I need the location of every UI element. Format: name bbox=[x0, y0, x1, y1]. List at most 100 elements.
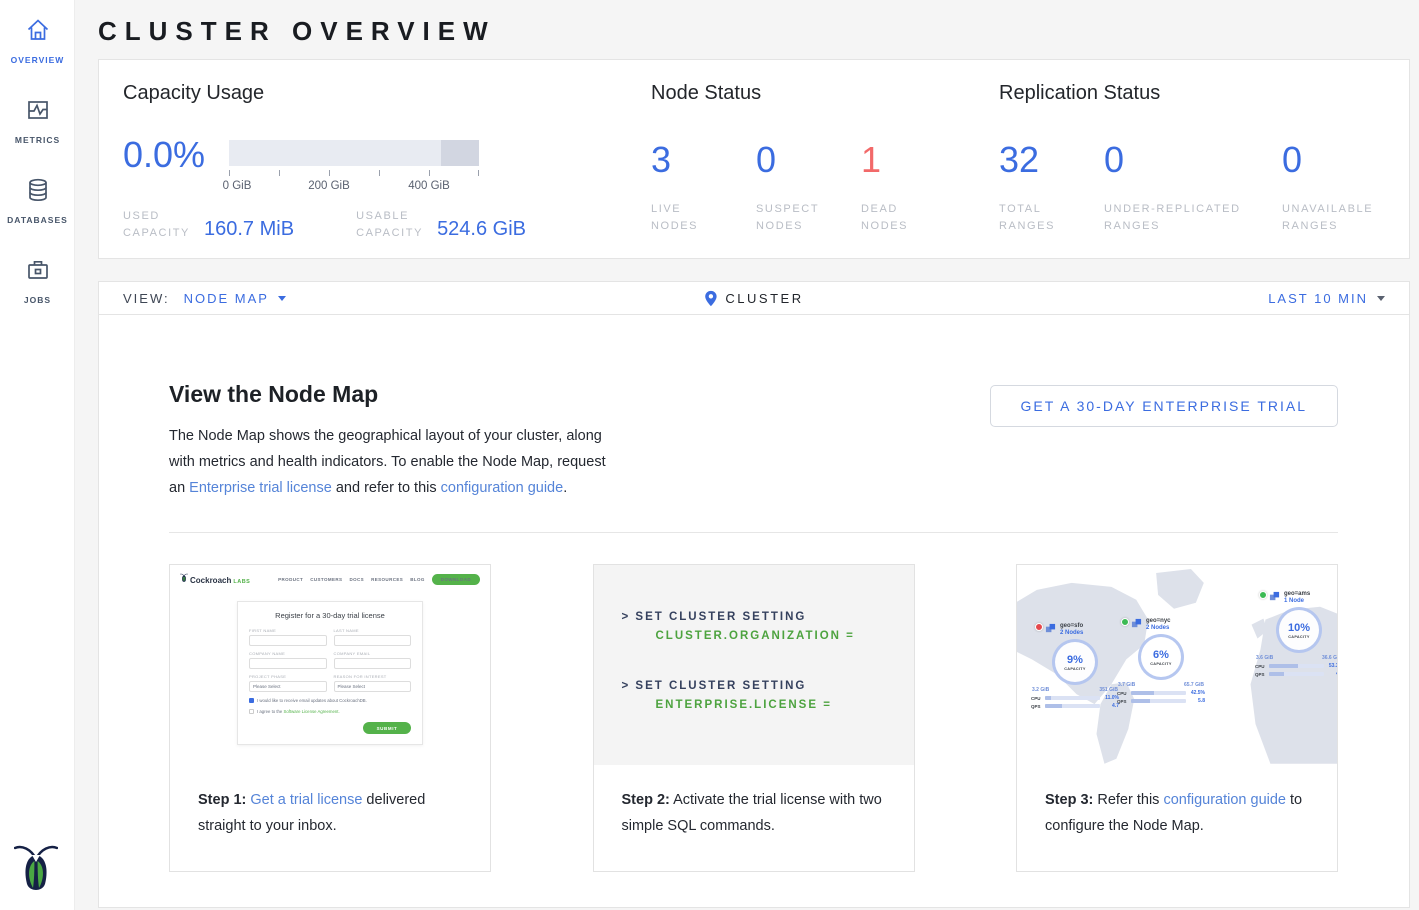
text-input[interactable] bbox=[249, 658, 327, 669]
total-ranges-stat: 32 TOTAL RANGES bbox=[999, 139, 1104, 235]
sql-command: > SET CLUSTER SETTING CLUSTER.ORGANIZATI… bbox=[622, 611, 914, 642]
view-label: VIEW: bbox=[123, 291, 170, 306]
used-capacity-value: 160.7 MiB bbox=[204, 218, 294, 242]
axis-tick bbox=[478, 170, 479, 176]
qps-metric: QPS 5.8 bbox=[1117, 698, 1205, 704]
usable-capacity-label: USABLE CAPACITY bbox=[356, 208, 423, 242]
form-field: COMPANY EMAIL bbox=[334, 651, 412, 669]
select-input[interactable]: Please Select bbox=[249, 681, 327, 692]
text-input[interactable] bbox=[334, 635, 412, 646]
node-cubes-icon bbox=[1131, 618, 1142, 629]
node-cubes-icon bbox=[1045, 623, 1056, 634]
locality-ams[interactable]: geo=ams 1 Node 10% CAPACITY 3.6 GiB 36.6… bbox=[1255, 591, 1337, 677]
get-trial-license-link[interactable]: Get a trial license bbox=[250, 792, 362, 808]
step3-card: geo=sfo 2 Nodes 9% CAPACITY 3.2 GiB 351 … bbox=[1016, 564, 1338, 872]
capacity-axis-labels: 0 GiB 200 GiB 400 GiB bbox=[229, 178, 479, 192]
checkbox-checked[interactable] bbox=[249, 698, 254, 703]
node-status-title: Node Status bbox=[651, 82, 966, 105]
capacity-range: 3.7 GiB 65.7 GiB bbox=[1117, 682, 1205, 688]
sql-keyword: SET CLUSTER SETTING bbox=[635, 680, 806, 692]
cpu-metric: CPU 11.0% bbox=[1031, 695, 1119, 701]
caption-text: Refer this bbox=[1093, 792, 1163, 808]
sidebar-item-label: OVERVIEW bbox=[11, 55, 65, 65]
field-label: LAST NAME bbox=[334, 628, 412, 633]
databases-icon bbox=[24, 176, 52, 209]
locality-name: geo=ams bbox=[1284, 591, 1310, 597]
nav-item[interactable]: PRODUCT bbox=[278, 577, 303, 582]
prompt-symbol: > bbox=[622, 611, 631, 623]
time-range-dropdown[interactable]: LAST 10 MIN bbox=[1268, 291, 1385, 306]
form-field: LAST NAME bbox=[334, 628, 412, 646]
nav-item[interactable]: RESOURCES bbox=[371, 577, 403, 582]
trial-registration-screenshot: Cockroach LABS PRODUCT CUSTOMERS DOCS RE… bbox=[170, 565, 490, 765]
axis-tick bbox=[429, 170, 430, 176]
enterprise-trial-license-link[interactable]: Enterprise trial license bbox=[189, 480, 332, 496]
home-icon bbox=[24, 16, 52, 49]
sidebar-item-metrics[interactable]: METRICS bbox=[0, 80, 75, 160]
view-bar: VIEW: NODE MAP CLUSTER LAST 10 MIN bbox=[98, 281, 1410, 315]
select-input[interactable]: Please Select bbox=[334, 681, 412, 692]
description-text: and refer to this bbox=[332, 480, 441, 496]
step1-label: Step 1: bbox=[198, 792, 246, 808]
status-dot-live bbox=[1121, 618, 1129, 626]
locality-nyc[interactable]: geo=nyc 2 Nodes 6% CAPACITY 3.7 GiB 65.7… bbox=[1117, 618, 1205, 704]
node-cubes-icon bbox=[1269, 591, 1280, 602]
dead-nodes-stat: 1 DEAD NODES bbox=[861, 139, 966, 235]
chevron-down-icon bbox=[1377, 296, 1385, 301]
capacity-bar bbox=[229, 140, 479, 166]
configuration-guide-link[interactable]: configuration guide bbox=[1163, 792, 1286, 808]
axis-label: 200 GiB bbox=[308, 180, 350, 192]
checkbox-label: I agree to the Software License Agreemen… bbox=[257, 709, 340, 714]
total-ranges-label: TOTAL RANGES bbox=[999, 201, 1104, 235]
mini-site-header: Cockroach LABS PRODUCT CUSTOMERS DOCS RE… bbox=[180, 573, 480, 585]
view-selector-dropdown[interactable]: VIEW: NODE MAP bbox=[123, 291, 286, 306]
locality-node-count: 2 Nodes bbox=[1060, 630, 1083, 636]
qps-metric: QPS 4.7 bbox=[1031, 703, 1119, 709]
step3-label: Step 3: bbox=[1045, 792, 1093, 808]
form-field: FIRST NAME bbox=[249, 628, 327, 646]
locality-sfo[interactable]: geo=sfo 2 Nodes 9% CAPACITY 3.2 GiB 351 … bbox=[1031, 623, 1119, 709]
capacity-usage-section: Capacity Usage 0.0% 0 GiB 200 GiB 4 bbox=[123, 82, 633, 242]
field-label: PROJECT PHASE bbox=[249, 674, 327, 679]
under-replicated-ranges-stat: 0 UNDER-REPLICATED RANGES bbox=[1104, 139, 1282, 235]
capacity-percent: 0.0% bbox=[123, 134, 205, 176]
checkbox-label: I would like to receive email updates ab… bbox=[257, 698, 367, 703]
sidebar-item-overview[interactable]: OVERVIEW bbox=[0, 0, 75, 80]
cockroach-icon bbox=[180, 573, 188, 583]
node-map-description: The Node Map shows the geographical layo… bbox=[169, 423, 624, 501]
submit-button[interactable]: SUBMIT bbox=[363, 722, 411, 734]
text-input[interactable] bbox=[249, 635, 327, 646]
form-field: PROJECT PHASE Please Select bbox=[249, 674, 327, 692]
form-field: COMPANY NAME bbox=[249, 651, 327, 669]
capacity-axis bbox=[229, 170, 479, 178]
cpu-metric: CPU 42.5% bbox=[1117, 690, 1205, 696]
locality-node-count: 1 Node bbox=[1284, 598, 1310, 604]
page-title: CLUSTER OVERVIEW bbox=[98, 16, 1410, 47]
checkbox-unchecked[interactable] bbox=[249, 709, 254, 714]
locality-name: geo=nyc bbox=[1146, 618, 1171, 624]
text-input[interactable] bbox=[334, 658, 412, 669]
sidebar: OVERVIEW METRICS DATABASES bbox=[0, 0, 75, 910]
nav-item[interactable]: BLOG bbox=[410, 577, 425, 582]
sidebar-item-databases[interactable]: DATABASES bbox=[0, 160, 75, 240]
axis-label: 400 GiB bbox=[408, 180, 450, 192]
node-map-heading: View the Node Map bbox=[169, 381, 378, 408]
enterprise-trial-button[interactable]: GET A 30-DAY ENTERPRISE TRIAL bbox=[990, 385, 1339, 427]
prompt-symbol: > bbox=[622, 680, 631, 692]
replication-status-section: Replication Status 32 TOTAL RANGES 0 UND… bbox=[999, 82, 1387, 235]
configuration-guide-link[interactable]: configuration guide bbox=[441, 480, 564, 496]
description-text: . bbox=[563, 480, 567, 496]
form-field: REASON FOR INTEREST Please Select bbox=[334, 674, 412, 692]
live-nodes-stat: 3 LIVE NODES bbox=[651, 139, 756, 235]
sidebar-item-jobs[interactable]: JOBS bbox=[0, 240, 75, 320]
jobs-icon bbox=[24, 256, 52, 289]
suspect-nodes-label: SUSPECT NODES bbox=[756, 201, 861, 235]
axis-tick bbox=[229, 170, 230, 176]
nav-item[interactable]: CUSTOMERS bbox=[310, 577, 342, 582]
sql-commands-preview: > SET CLUSTER SETTING CLUSTER.ORGANIZATI… bbox=[594, 565, 914, 765]
license-agreement-link[interactable]: Software License Agreement. bbox=[284, 709, 340, 714]
step2-label: Step 2: bbox=[622, 792, 670, 808]
nav-item[interactable]: DOCS bbox=[349, 577, 364, 582]
download-button[interactable]: DOWNLOAD bbox=[432, 574, 480, 585]
capacity-range: 3.6 GiB 36.6 GiB bbox=[1255, 655, 1337, 661]
